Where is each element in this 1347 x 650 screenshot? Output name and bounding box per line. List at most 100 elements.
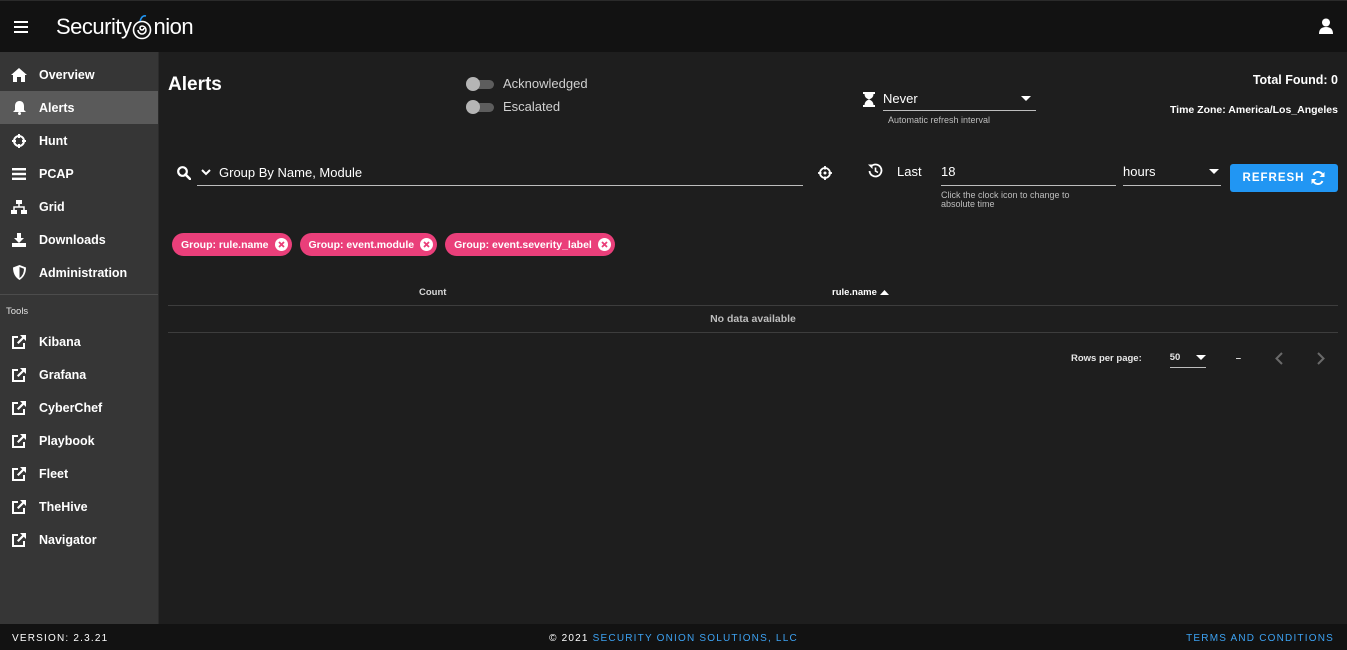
- time-range-label: Last: [897, 164, 922, 179]
- terms-link[interactable]: TERMS AND CONDITIONS: [1186, 633, 1334, 644]
- acknowledged-label: Acknowledged: [503, 76, 588, 91]
- time-unit-select[interactable]: hours: [1123, 156, 1221, 186]
- hourglass-icon: [863, 92, 875, 107]
- sidebar-item-alerts[interactable]: Alerts: [0, 91, 158, 124]
- refresh-button[interactable]: REFRESH: [1230, 164, 1338, 192]
- main-content: Alerts Acknowledged Escalated Never Auto…: [159, 52, 1347, 624]
- company-link[interactable]: SECURITY ONION SOLUTIONS, LLC: [593, 633, 798, 644]
- chevron-down-icon[interactable]: [201, 169, 211, 176]
- app-bar: Security nion: [0, 0, 1347, 52]
- logo-text-right: nion: [153, 13, 194, 39]
- acknowledged-toggle[interactable]: Acknowledged: [466, 76, 588, 91]
- toggle-switch[interactable]: [466, 99, 494, 114]
- query-input[interactable]: Group By Name, Module: [197, 160, 803, 186]
- sidebar-tool-label: TheHive: [39, 499, 88, 514]
- chevron-left-icon[interactable]: [1275, 351, 1283, 365]
- table-pagination: Rows per page: 50 –: [1071, 348, 1325, 368]
- time-zone: Time Zone: America/Los_Angeles: [1169, 104, 1338, 116]
- chevron-right-icon[interactable]: [1317, 351, 1325, 365]
- sidebar-tool-thehive[interactable]: TheHive: [0, 490, 158, 523]
- rows-per-page-label: Rows per page:: [1071, 352, 1142, 364]
- rows-per-page-value: 50: [1169, 352, 1181, 363]
- history-icon[interactable]: [868, 163, 883, 178]
- close-icon[interactable]: [597, 238, 611, 251]
- total-found: Total Found: 0: [1252, 73, 1338, 87]
- external-link-icon: [11, 400, 27, 416]
- sidebar-tool-label: Grafana: [39, 367, 87, 382]
- sidebar-tool-fleet[interactable]: Fleet: [0, 457, 158, 490]
- rows-per-page-select[interactable]: 50: [1169, 348, 1206, 368]
- sidebar-item-pcap[interactable]: PCAP: [0, 157, 158, 190]
- escalated-toggle[interactable]: Escalated: [466, 99, 560, 114]
- time-range-value-input[interactable]: 18: [941, 156, 1116, 186]
- sidebar-tool-navigator[interactable]: Navigator: [0, 523, 158, 556]
- column-header-rule-name[interactable]: rule.name: [832, 287, 889, 298]
- sidebar-tool-label: Navigator: [39, 532, 97, 547]
- sitemap-icon: [11, 199, 27, 215]
- onion-logo-icon: [133, 14, 152, 39]
- sidebar-item-label: Grid: [39, 199, 65, 214]
- sidebar-item-grid[interactable]: Grid: [0, 190, 158, 223]
- close-icon[interactable]: [420, 238, 434, 251]
- time-unit-value: hours: [1123, 164, 1156, 179]
- escalated-label: Escalated: [503, 99, 561, 114]
- column-header-count[interactable]: Count: [419, 287, 446, 298]
- group-chip[interactable]: Group: event.module: [299, 233, 438, 256]
- user-icon[interactable]: [1319, 18, 1333, 34]
- sidebar: Overview Alerts Hunt PCAP Grid Downloads: [0, 52, 159, 624]
- sidebar-item-hunt[interactable]: Hunt: [0, 124, 158, 157]
- shield-icon: [11, 265, 27, 281]
- time-range-hint: Click the clock icon to change to absolu…: [941, 190, 1070, 209]
- empty-table-message: No data available: [168, 306, 1338, 333]
- copyright-prefix: © 2021: [549, 633, 593, 644]
- sidebar-item-administration[interactable]: Administration: [0, 256, 158, 289]
- caret-down-icon: [1209, 169, 1219, 174]
- group-chip[interactable]: Group: rule.name: [172, 233, 292, 256]
- stream-icon: [11, 166, 27, 182]
- table-header: Count rule.name: [168, 278, 1338, 306]
- sidebar-item-downloads[interactable]: Downloads: [0, 223, 158, 256]
- sidebar-item-label: PCAP: [39, 166, 74, 181]
- column-header-label: rule.name: [832, 287, 877, 298]
- caret-down-icon: [1195, 355, 1206, 360]
- home-icon: [11, 67, 27, 83]
- refresh-interval-select[interactable]: Never: [883, 86, 1036, 111]
- sidebar-tool-label: Kibana: [39, 334, 81, 349]
- sidebar-tool-label: Fleet: [39, 466, 69, 481]
- sidebar-tool-cyberchef[interactable]: CyberChef: [0, 391, 158, 424]
- refresh-interval-value: Never: [883, 90, 918, 106]
- group-chip[interactable]: Group: event.severity_label: [445, 233, 615, 256]
- sidebar-tool-grafana[interactable]: Grafana: [0, 358, 158, 391]
- sidebar-item-label: Alerts: [39, 100, 75, 115]
- crosshair-icon: [11, 133, 27, 149]
- alerts-table: Count rule.name No data available: [168, 278, 1338, 333]
- sidebar-item-label: Overview: [39, 67, 95, 82]
- sidebar-item-overview[interactable]: Overview: [0, 58, 158, 91]
- refresh-interval: Never Automatic refresh interval: [863, 86, 1036, 125]
- page-range: –: [1235, 352, 1242, 364]
- menu-icon[interactable]: [14, 20, 28, 33]
- logo-text-left: Security: [56, 13, 132, 39]
- external-link-icon: [11, 367, 27, 383]
- sidebar-item-label: Administration: [39, 265, 128, 280]
- sidebar-tool-kibana[interactable]: Kibana: [0, 325, 158, 358]
- sidebar-item-label: Hunt: [39, 133, 68, 148]
- external-link-icon: [11, 334, 27, 350]
- external-link-icon: [11, 499, 27, 515]
- sync-icon: [1311, 171, 1325, 185]
- search-icon[interactable]: [177, 166, 191, 180]
- crosshair-icon[interactable]: [818, 166, 832, 180]
- close-icon[interactable]: [274, 238, 288, 251]
- sidebar-tool-playbook[interactable]: Playbook: [0, 424, 158, 457]
- download-icon: [11, 232, 27, 248]
- refresh-interval-hint: Automatic refresh interval: [888, 115, 991, 125]
- toggle-switch[interactable]: [466, 76, 494, 91]
- copyright: © 2021 SECURITY ONION SOLUTIONS, LLC: [0, 633, 1347, 644]
- chip-label: Group: event.module: [308, 238, 415, 251]
- sidebar-tool-label: CyberChef: [39, 400, 103, 415]
- external-link-icon: [11, 466, 27, 482]
- logo[interactable]: Security nion: [56, 13, 194, 41]
- sidebar-tool-label: Playbook: [39, 433, 95, 448]
- tools-heading: Tools: [6, 306, 29, 317]
- refresh-button-label: REFRESH: [1242, 172, 1305, 184]
